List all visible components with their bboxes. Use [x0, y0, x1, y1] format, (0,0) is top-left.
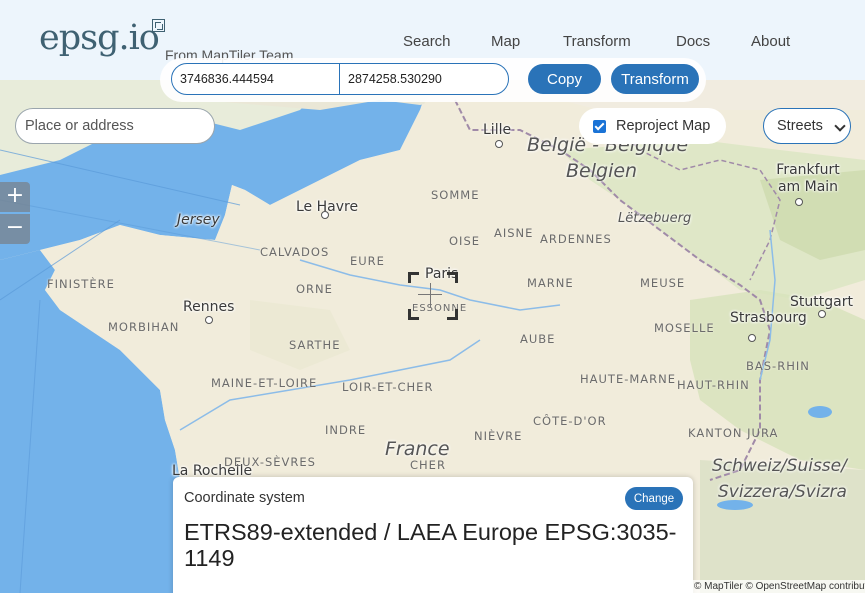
region-label: DEUX-SÈVRES — [224, 455, 316, 469]
zoom-out-button[interactable]: − — [0, 214, 30, 244]
city-label: Strasbourg — [730, 310, 807, 326]
region-label: SARTHE — [289, 338, 341, 352]
chevron-down-icon — [834, 120, 846, 132]
zoom-in-button[interactable]: + — [0, 182, 30, 212]
coordinate-input-group — [171, 63, 509, 95]
region-label: MORBIHAN — [108, 320, 180, 334]
map-attribution[interactable]: © MapTiler © OpenStreetMap contributors — [693, 580, 865, 593]
nav-about[interactable]: About — [751, 33, 790, 50]
region-label: EURE — [350, 254, 385, 268]
region-label: ARDENNES — [540, 232, 612, 246]
copy-button[interactable]: Copy — [528, 64, 601, 94]
region-label: KANTON JURA — [688, 426, 779, 440]
nav-map[interactable]: Map — [491, 33, 520, 50]
city-marker — [818, 310, 826, 318]
city-label: Rennes — [183, 299, 235, 315]
region-label: MEUSE — [640, 276, 686, 290]
region-label: HAUT-RHIN — [677, 378, 750, 392]
epsg-logo[interactable]: epsg.io — [39, 18, 160, 58]
city-label: Jersey — [177, 212, 220, 228]
coordinate-system-panel: Coordinate system Change ETRS89-extended… — [173, 477, 693, 593]
region-label: SOMME — [431, 188, 480, 202]
region-label: CHER — [410, 458, 446, 472]
city-label: Stuttgart — [790, 294, 853, 310]
crs-heading: Coordinate system — [184, 490, 305, 506]
region-label: MAINE-ET-LOIRE — [211, 376, 318, 390]
nav-search[interactable]: Search — [403, 33, 451, 50]
fullscreen-icon[interactable] — [152, 19, 165, 32]
region-label: MARNE — [527, 276, 574, 290]
region-label: NIÈVRE — [474, 429, 523, 443]
region-label: BAS-RHIN — [746, 359, 810, 373]
place-search-input[interactable] — [15, 108, 215, 144]
region-label: INDRE — [325, 423, 367, 437]
city-marker — [495, 140, 503, 148]
country-label: Svizzera/Svizra — [718, 482, 847, 502]
transform-button[interactable]: Transform — [611, 64, 699, 94]
region-label: MOSELLE — [654, 321, 715, 335]
city-marker — [321, 211, 329, 219]
crs-name: ETRS89-extended / LAEA Europe EPSG:3035-… — [184, 519, 677, 571]
region-label: CÔTE-D'OR — [533, 414, 607, 428]
region-label: LOIR-ET-CHER — [342, 380, 434, 394]
reproject-label: Reproject Map — [616, 118, 711, 134]
nav-docs[interactable]: Docs — [676, 33, 710, 50]
city-marker — [205, 316, 213, 324]
region-label: OISE — [449, 234, 481, 248]
reproject-checkbox[interactable] — [593, 119, 606, 133]
country-label: Schweiz/Suisse/ — [712, 456, 847, 476]
country-label: France — [385, 438, 450, 460]
map-style-value: Streets — [777, 118, 823, 134]
change-crs-button[interactable]: Change — [625, 487, 683, 510]
y-coordinate-input[interactable] — [340, 64, 508, 94]
city-label: Lille — [483, 122, 512, 138]
x-coordinate-input[interactable] — [172, 64, 340, 94]
region-label: FINISTÈRE — [47, 277, 115, 291]
nav-transform[interactable]: Transform — [563, 33, 631, 50]
region-label: AUBE — [520, 332, 556, 346]
country-label: Lëtzebuerg — [618, 211, 692, 226]
city-marker — [748, 334, 756, 342]
region-label: AISNE — [494, 226, 534, 240]
city-marker — [795, 198, 803, 206]
country-label: Belgien — [566, 160, 638, 182]
region-label: CALVADOS — [260, 245, 330, 259]
region-label: HAUTE-MARNE — [580, 372, 677, 386]
region-label: ORNE — [296, 282, 333, 296]
city-label: Frankfurt am Main — [776, 162, 840, 195]
map-style-select[interactable]: Streets — [763, 108, 851, 144]
reproject-map-toggle[interactable]: Reproject Map — [579, 108, 726, 144]
crosshair-icon — [408, 272, 458, 320]
